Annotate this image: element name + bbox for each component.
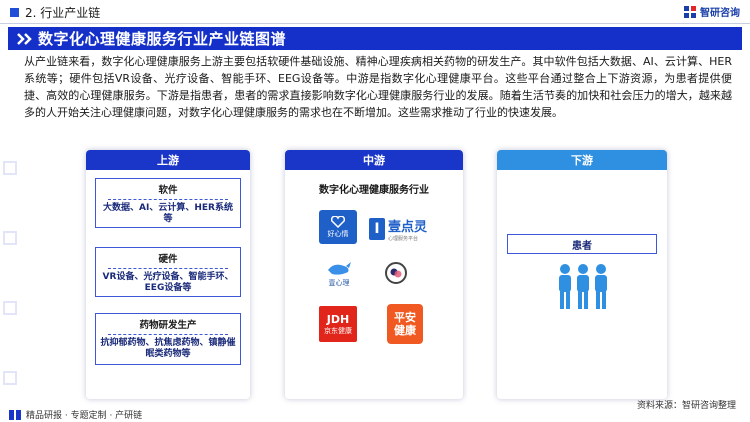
watermark-icon: [3, 231, 17, 245]
header-rule: [0, 23, 750, 24]
yidianling-sub: 心理服务平台: [388, 236, 419, 242]
haoxinqing-logo: 好心情: [319, 210, 357, 244]
yidianling-logo: I 壹点灵 心理服务平台: [369, 214, 441, 244]
software-body: 大数据、AI、云计算、HER系统等: [103, 203, 233, 224]
upstream-card: 上游 软件 大数据、AI、云计算、HER系统等 硬件 VR设备、光疗设备、智能手…: [86, 150, 250, 399]
jd-name: 京东健康: [324, 326, 352, 335]
box-divider: [108, 199, 228, 200]
midstream-header: 中游: [285, 150, 463, 170]
people-icon: [559, 264, 607, 309]
page-title: 数字化心理健康服务行业产业链图谱: [38, 30, 287, 48]
brand-name: 智研咨询: [700, 8, 740, 19]
pingan-line1: 平安: [394, 311, 416, 324]
source-note: 资料来源：智研咨询整理: [636, 401, 736, 411]
drug-body: 抗抑郁药物、抗焦虑药物、镇静催眠类药物等: [100, 338, 236, 359]
midstream-card: 中游 数字化心理健康服务行业 好心情 I 壹点灵 心理服务平台 壹心理 JDH …: [285, 150, 463, 399]
box-divider: [108, 268, 228, 269]
book-icon: [9, 409, 21, 420]
intro-paragraph: 从产业链来看，数字化心理健康服务上游主要包括软硬件基础设施、精神心理疾病相关药物…: [24, 55, 732, 119]
hardware-box: 硬件 VR设备、光疗设备、智能手环、EEG设备等: [95, 247, 241, 297]
yidianling-name: 壹点灵: [388, 220, 428, 235]
title-banner: 数字化心理健康服务行业产业链图谱: [8, 27, 742, 50]
whale-icon: [328, 262, 351, 275]
pingan-line2: 健康: [394, 324, 416, 337]
drug-title: 药物研发生产: [139, 320, 197, 331]
hardware-body: VR设备、光疗设备、智能手环、EEG设备等: [102, 272, 234, 293]
upstream-header: 上游: [86, 150, 250, 170]
patient-label-box: 患者: [507, 234, 657, 254]
watermark-icon: [3, 161, 17, 175]
face-icon: [390, 268, 402, 278]
top-bar: 2. 行业产业链: [0, 0, 750, 24]
hardware-title: 硬件: [158, 254, 178, 265]
box-divider: [108, 334, 228, 335]
software-title: 软件: [158, 185, 178, 196]
jd-mark: JDH: [326, 312, 350, 326]
heart-icon: [331, 215, 345, 228]
midstream-subtitle: 数字化心理健康服务行业: [319, 185, 429, 196]
circle-brand-logo: [385, 262, 407, 284]
downstream-header: 下游: [497, 150, 667, 170]
watermark-icon: [3, 371, 17, 385]
pingan-health-logo: 平安 健康: [387, 304, 423, 344]
downstream-card: 下游 患者: [497, 150, 667, 399]
section-marker: [10, 7, 19, 17]
drug-box: 药物研发生产 抗抑郁药物、抗焦虑药物、镇静催眠类药物等: [95, 313, 241, 365]
section-label: 2. 行业产业链: [25, 5, 101, 20]
yixinli-logo: 壹心理: [319, 254, 359, 294]
footer-left-text: 精品研报 · 专题定制 · 产研链: [26, 411, 143, 421]
yidianling-mark: I: [369, 218, 385, 240]
jd-health-logo: JDH 京东健康: [319, 306, 357, 342]
software-box: 软件 大数据、AI、云计算、HER系统等: [95, 178, 241, 228]
brand-logo: 智研咨询: [683, 4, 740, 19]
haoxinqing-name: 好心情: [327, 229, 349, 238]
watermark-icon: [3, 301, 17, 315]
brand-icon: [684, 5, 696, 18]
double-chevron-icon: [17, 32, 32, 45]
yixinli-name: 壹心理: [328, 279, 350, 287]
footer-tagline: 精品研报 · 专题定制 · 产研链: [8, 408, 142, 421]
